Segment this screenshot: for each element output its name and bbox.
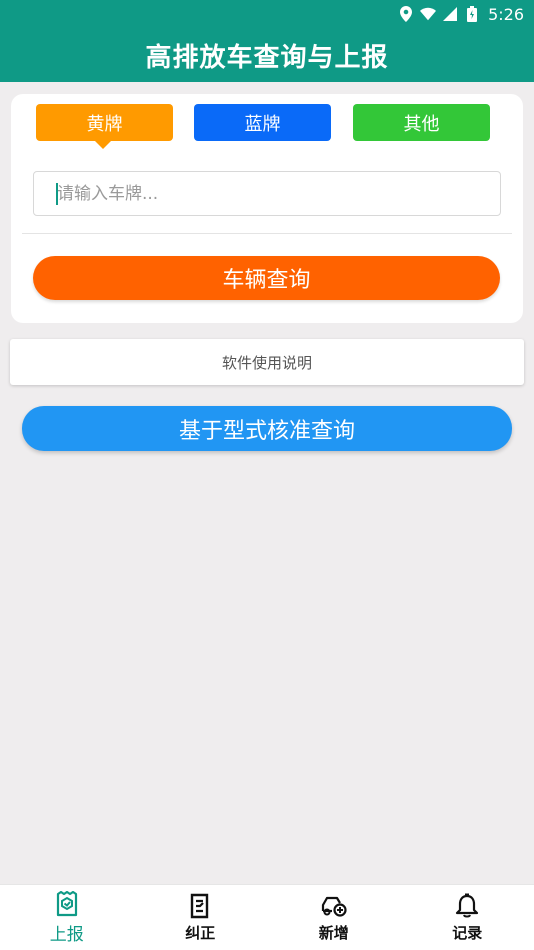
other-plate-button[interactable]: 其他 xyxy=(353,104,490,141)
add-vehicle-icon xyxy=(320,892,348,920)
bottom-nav: 上报 纠正 新增 记录 xyxy=(0,884,534,950)
other-plate-label: 其他 xyxy=(403,113,440,135)
status-time: 5:26 xyxy=(488,4,524,24)
nav-item-correct[interactable]: 纠正 xyxy=(134,885,268,950)
page-title: 高排放车查询与上报 xyxy=(145,42,389,73)
nav-item-records[interactable]: 记录 xyxy=(401,885,534,950)
type-approval-query-label: 基于型式核准查询 xyxy=(178,418,355,444)
correct-icon xyxy=(186,892,214,920)
divider xyxy=(22,233,512,234)
yellow-plate-label: 黄牌 xyxy=(86,113,123,135)
battery-icon xyxy=(464,6,480,22)
bell-icon xyxy=(453,892,481,920)
app-bar: 高排放车查询与上报 xyxy=(0,28,534,82)
signal-icon xyxy=(442,6,458,22)
nav-label-correct: 纠正 xyxy=(185,924,216,942)
query-card: 黄牌 蓝牌 其他 车辆查询 xyxy=(11,94,523,323)
type-approval-query-button[interactable]: 基于型式核准查询 xyxy=(22,406,512,451)
status-bar: 5:26 xyxy=(0,0,534,28)
nav-label-add: 新增 xyxy=(318,924,349,942)
wifi-icon xyxy=(420,6,437,22)
plate-number-input[interactable] xyxy=(33,171,501,216)
manual-label: 软件使用说明 xyxy=(221,353,312,372)
nav-label-report: 上报 xyxy=(49,925,84,945)
yellow-plate-button[interactable]: 黄牌 xyxy=(36,104,173,149)
nav-item-add[interactable]: 新增 xyxy=(267,885,401,950)
nav-item-report[interactable]: 上报 xyxy=(0,885,134,950)
vehicle-query-button[interactable]: 车辆查询 xyxy=(33,256,500,300)
manual-button[interactable]: 软件使用说明 xyxy=(10,339,524,385)
nav-label-records: 记录 xyxy=(452,924,483,942)
blue-plate-label: 蓝牌 xyxy=(244,113,281,135)
blue-plate-button[interactable]: 蓝牌 xyxy=(194,104,331,141)
vehicle-query-label: 车辆查询 xyxy=(222,268,311,293)
selected-indicator xyxy=(94,140,112,149)
location-icon xyxy=(398,6,414,22)
report-icon xyxy=(53,890,81,918)
text-cursor xyxy=(56,183,58,205)
